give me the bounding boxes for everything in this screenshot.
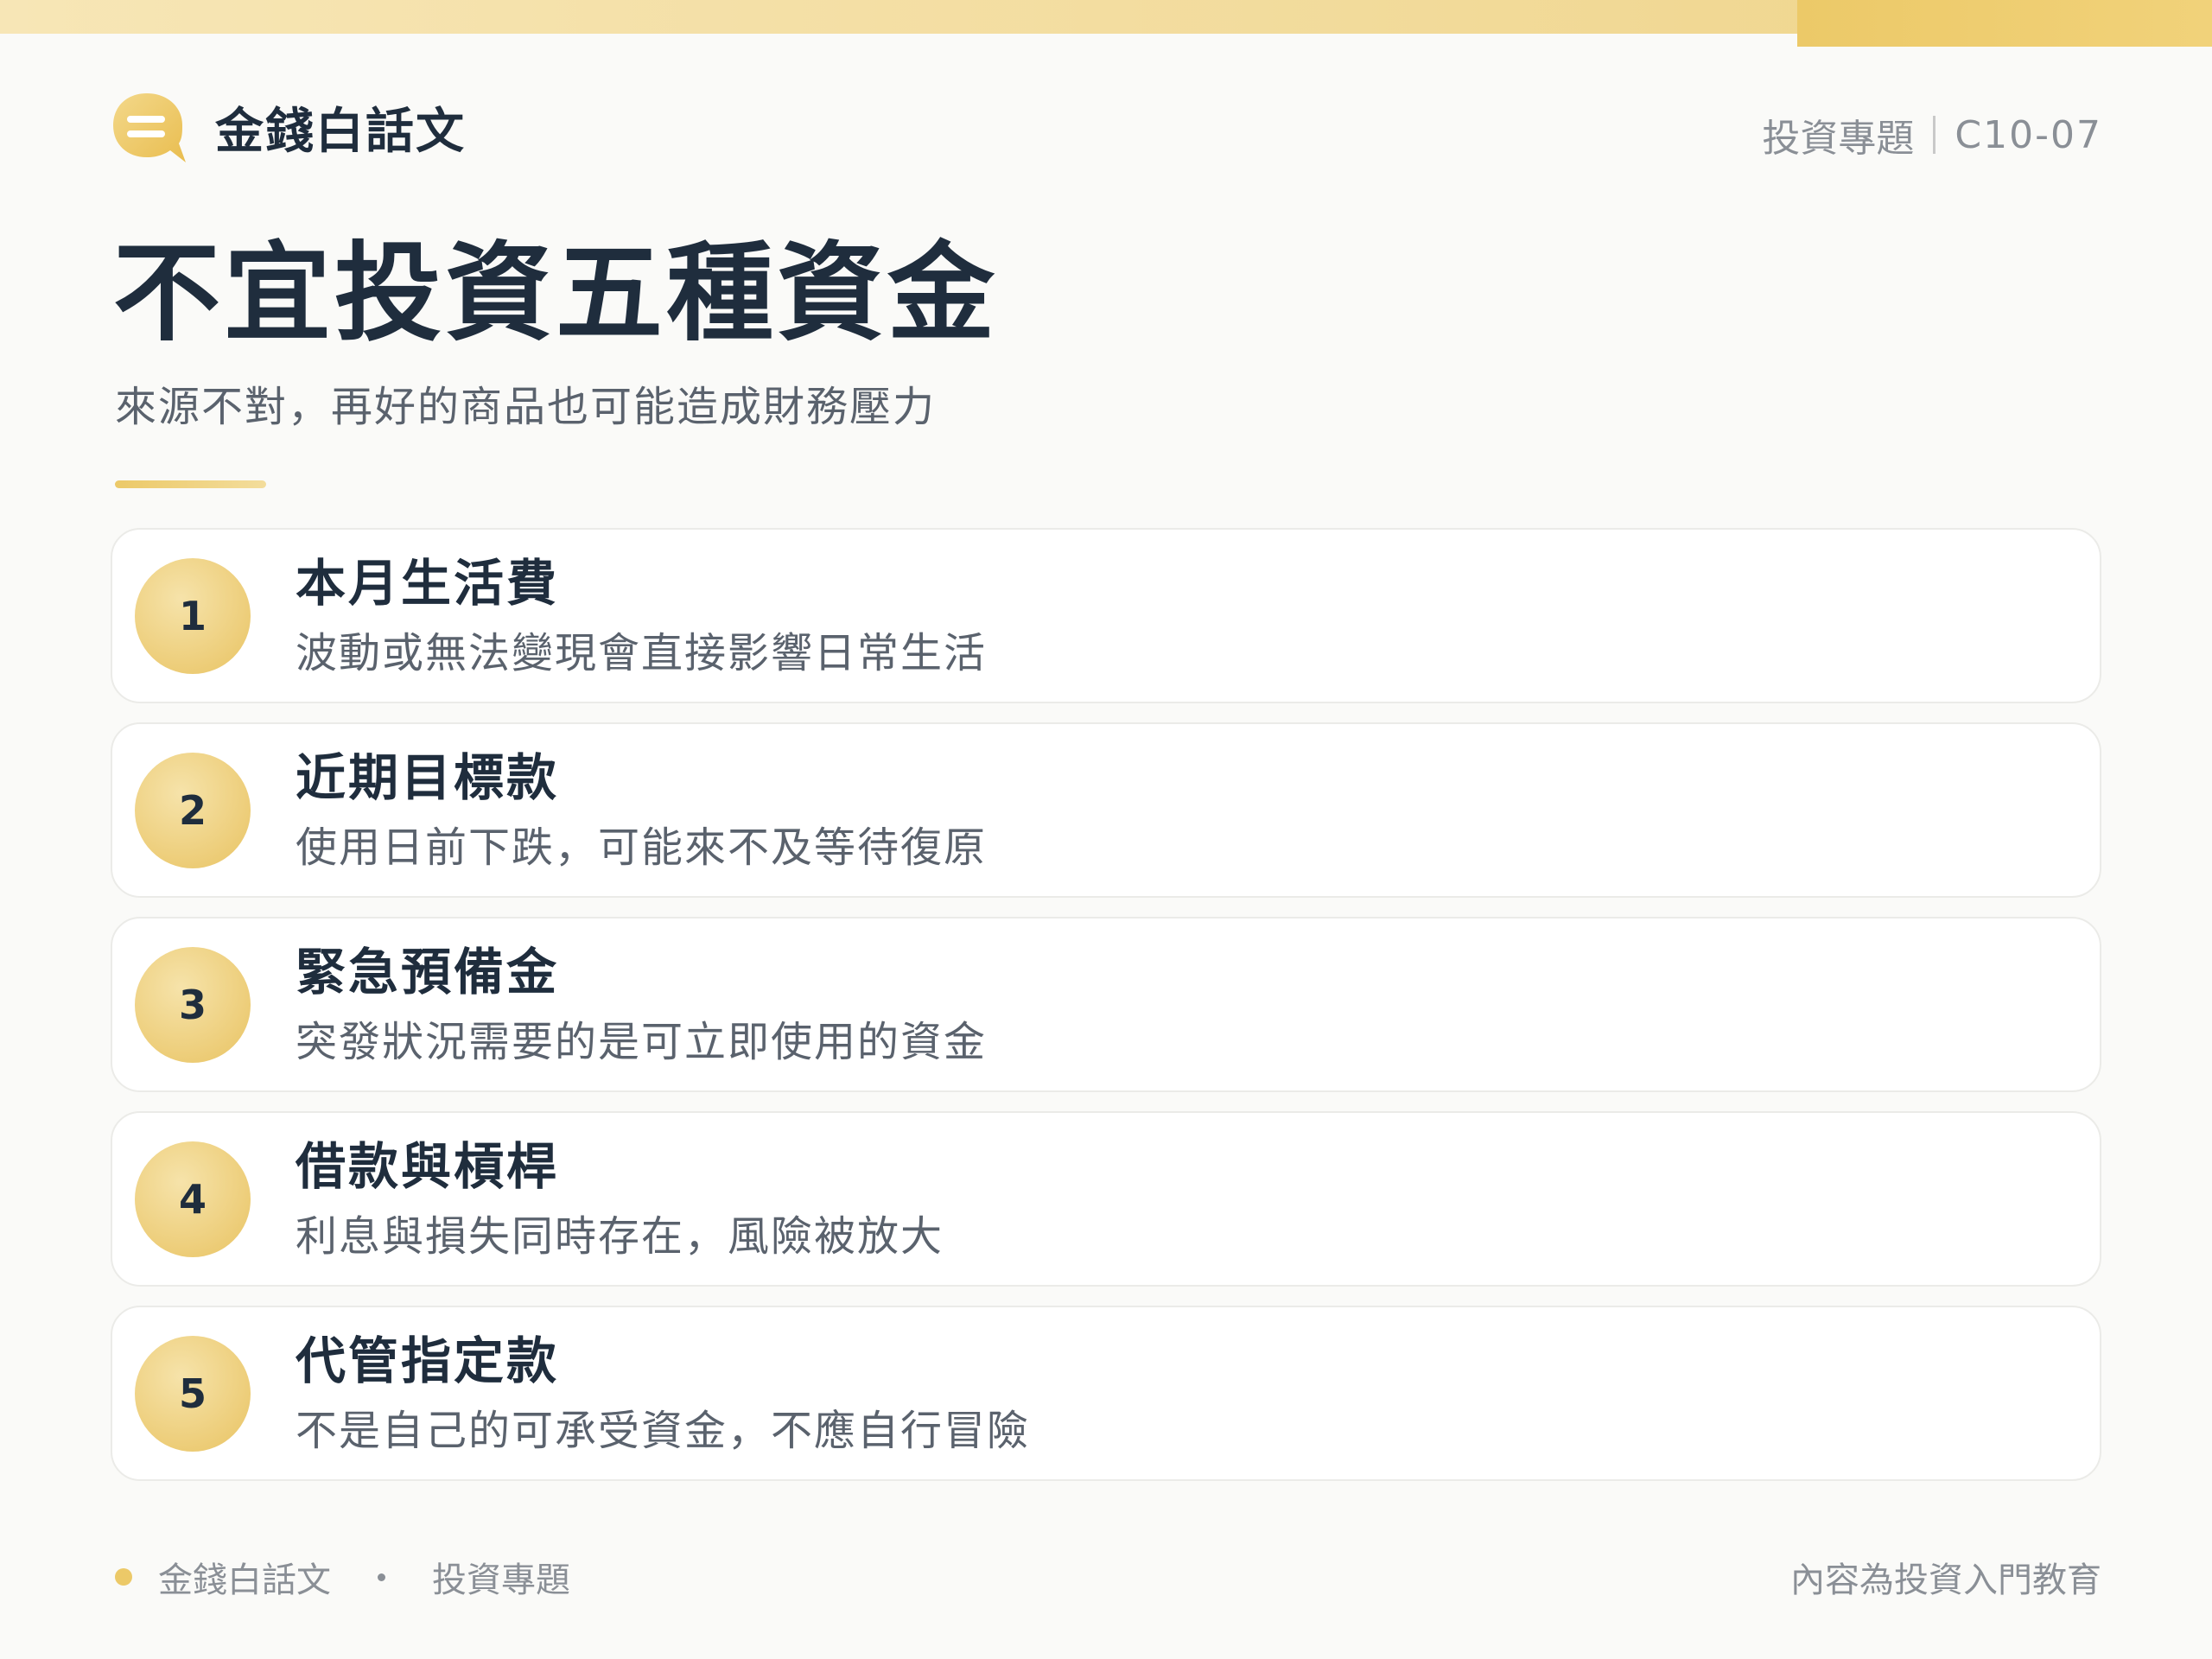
page-subtitle: 來源不對，再好的商品也可能造成財務壓力 (115, 383, 937, 431)
list-item: 2 近期目標款 使用日前下跌，可能來不及等待復原 (111, 722, 2101, 898)
brand-name: 金錢白話文 (215, 103, 466, 160)
list-item: 3 緊急預備金 突發狀況需要的是可立即使用的資金 (111, 917, 2101, 1092)
item-title: 近期目標款 (296, 748, 560, 807)
footer-topic: 投資專題 (432, 1560, 570, 1600)
list-item: 1 本月生活費 波動或無法變現會直接影響日常生活 (111, 528, 2101, 703)
item-number-badge: 2 (135, 753, 251, 868)
topic-code: C10-07 (1955, 112, 2102, 157)
item-description: 不是自己的可承受資金，不應自行冒險 (296, 1407, 1031, 1455)
list-item: 4 借款與槓桿 利息與損失同時存在，風險被放大 (111, 1111, 2101, 1287)
item-description: 波動或無法變現會直接影響日常生活 (296, 629, 988, 677)
item-title: 借款與槓桿 (296, 1137, 560, 1196)
footer-brand: 金錢白話文 (158, 1560, 331, 1600)
fund-list: 1 本月生活費 波動或無法變現會直接影響日常生活 2 近期目標款 使用日前下跌，… (111, 528, 2101, 1500)
item-description: 突發狀況需要的是可立即使用的資金 (296, 1018, 988, 1066)
item-title: 本月生活費 (296, 554, 560, 613)
item-number-badge: 1 (135, 558, 251, 674)
page-title: 不宜投資五種資金 (113, 232, 999, 356)
top-accent-tab (1797, 0, 2212, 47)
topic-tag: 投資專題 C10-07 (1762, 107, 2102, 162)
item-number-badge: 4 (135, 1141, 251, 1257)
list-item: 5 代管指定款 不是自己的可承受資金，不應自行冒險 (111, 1306, 2101, 1481)
brand: 金錢白話文 (110, 90, 466, 164)
footer-left: 金錢白話文 投資專題 (115, 1552, 570, 1602)
topic-label: 投資專題 (1762, 117, 1915, 161)
item-title: 代管指定款 (296, 1332, 560, 1390)
footer-bullet-icon (115, 1568, 132, 1586)
chat-bubble-icon (110, 90, 188, 164)
item-description: 利息與損失同時存在，風險被放大 (296, 1212, 944, 1261)
title-accent-line (115, 480, 266, 488)
slide: 金錢白話文 投資專題 C10-07 不宜投資五種資金 來源不對，再好的商品也可能… (0, 0, 2212, 1659)
footer-separator-icon (378, 1573, 385, 1581)
item-number-badge: 5 (135, 1336, 251, 1452)
item-description: 使用日前下跌，可能來不及等待復原 (296, 823, 988, 872)
topic-separator (1933, 116, 1936, 154)
item-title: 緊急預備金 (296, 943, 560, 1001)
footer-note: 內容為投資入門教育 (1790, 1560, 2101, 1600)
item-number-badge: 3 (135, 947, 251, 1063)
